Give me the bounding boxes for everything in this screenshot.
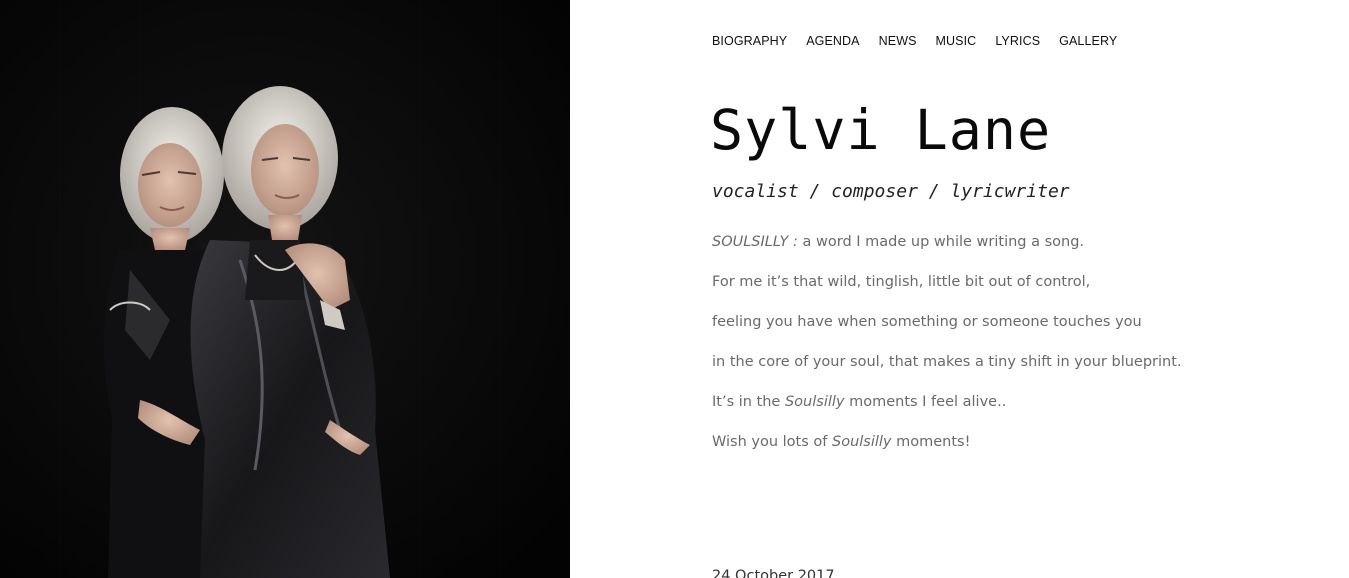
site-title[interactable]: Sylvi Lane [710, 95, 1051, 165]
intro-line-5-pre: It’s in the [712, 394, 785, 410]
intro-line-6-post: moments! [891, 434, 971, 450]
nav-item-biography[interactable]: BIOGRAPHY [712, 33, 787, 49]
intro-line-3: feeling you have when something or someo… [712, 314, 1142, 330]
nav-item-agenda[interactable]: AGENDA [806, 33, 859, 49]
main-content: BIOGRAPHY AGENDA NEWS MUSIC LYRICS GALLE… [710, 0, 1332, 578]
intro-line-6: Wish you lots of Soulsilly moments! [712, 432, 1312, 472]
nav-item-music[interactable]: MUSIC [936, 33, 977, 49]
intro-line-6-pre: Wish you lots of [712, 434, 832, 450]
nav-item-gallery[interactable]: GALLERY [1059, 33, 1117, 49]
intro-line-1-text: a word I made up while writing a song. [797, 234, 1085, 250]
soulsilly-emphasis: SOULSILLY : [712, 234, 798, 250]
intro-line-2: For me it’s that wild, tinglish, little … [712, 274, 1091, 290]
intro-line-5: It’s in the Soulsilly moments I feel ali… [712, 392, 1312, 432]
intro-line-5-post: moments I feel alive.. [844, 394, 1007, 410]
site-tagline: vocalist / composer / lyricwriter [712, 181, 1070, 202]
intro-line-1: SOULSILLY : a word I made up while writi… [712, 232, 1312, 272]
portrait-image [0, 0, 570, 578]
intro-text: SOULSILLY : a word I made up while writi… [712, 232, 1312, 472]
main-nav: BIOGRAPHY AGENDA NEWS MUSIC LYRICS GALLE… [712, 33, 1136, 49]
nav-item-lyrics[interactable]: LYRICS [995, 33, 1040, 49]
intro-line-5-emphasis: Soulsilly [784, 394, 845, 410]
intro-line-4: in the core of your soul, that makes a t… [712, 354, 1182, 370]
post-date: 24 October 2017 [712, 568, 835, 578]
hero-photo [0, 0, 570, 578]
nav-item-news[interactable]: NEWS [879, 33, 917, 49]
page: BIOGRAPHY AGENDA NEWS MUSIC LYRICS GALLE… [0, 0, 1349, 578]
intro-line-6-emphasis: Soulsilly [832, 434, 892, 450]
